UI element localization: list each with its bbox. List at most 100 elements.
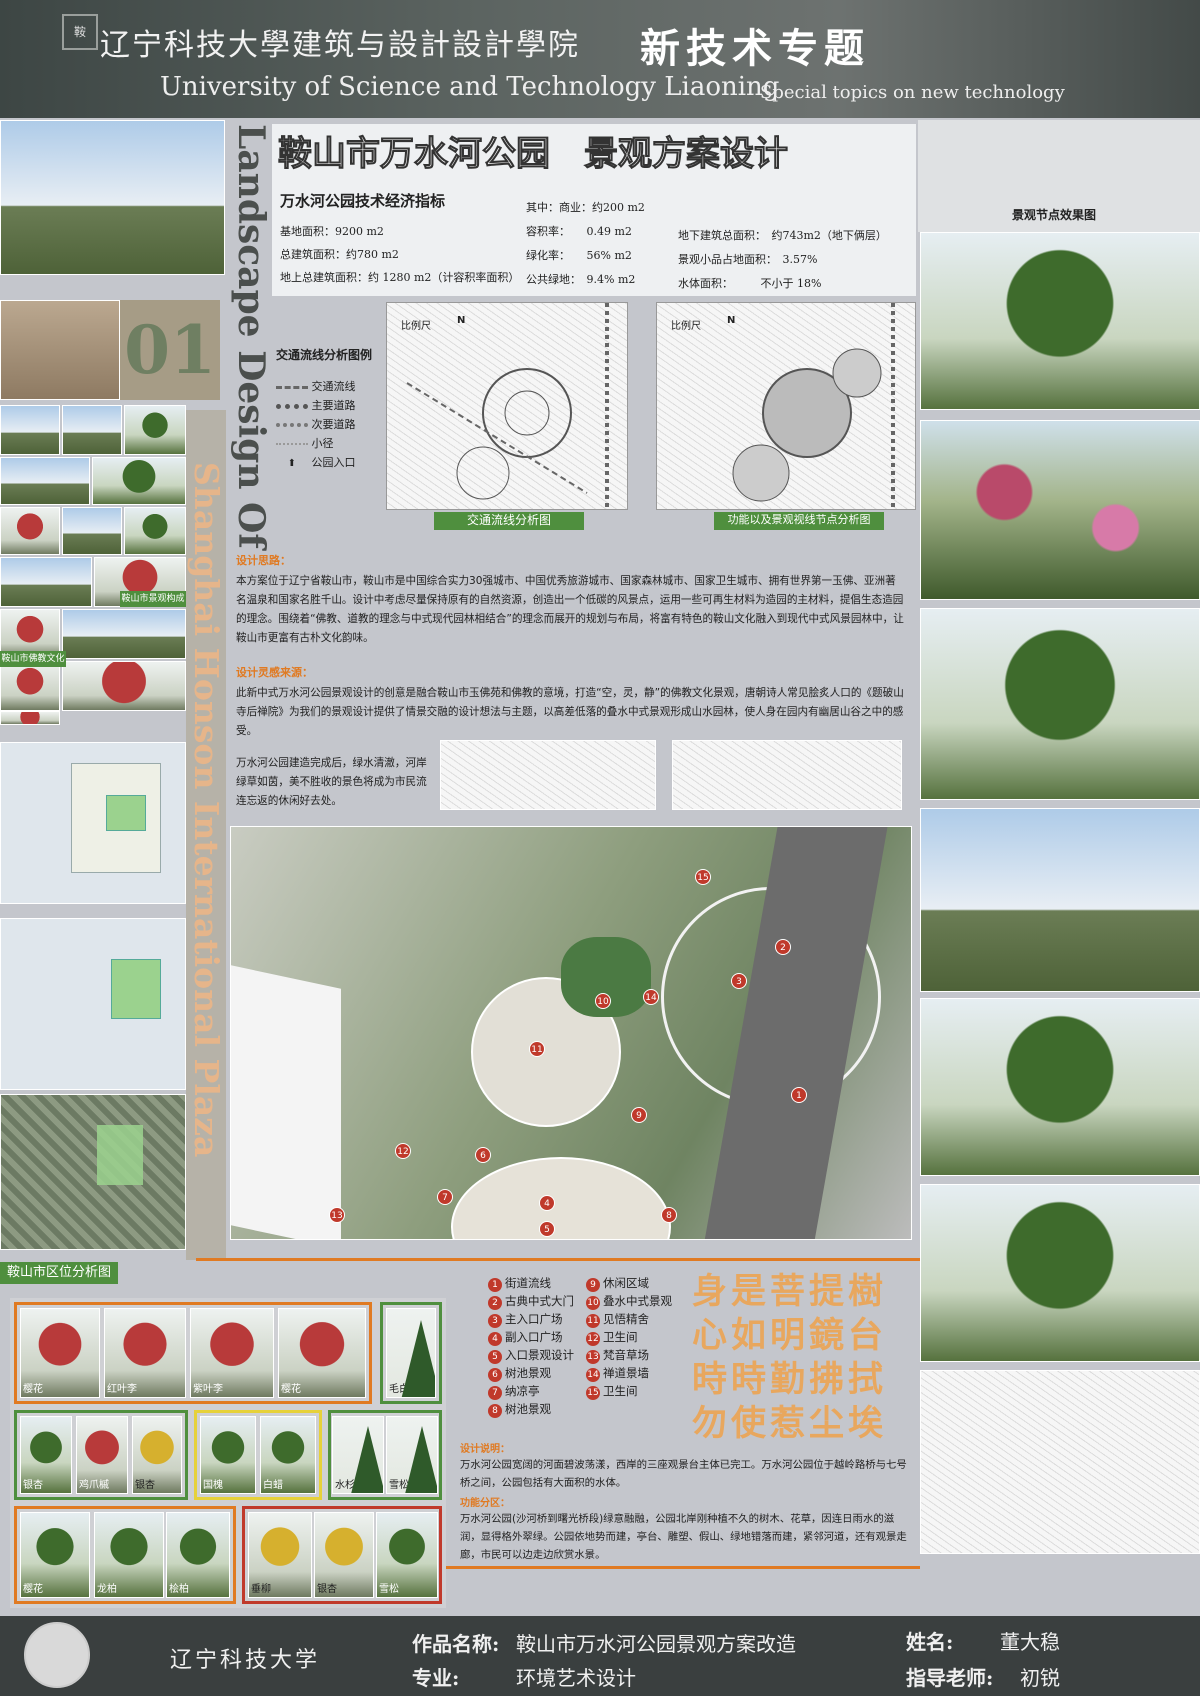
tree-label: 垂柳 (251, 1584, 271, 1595)
school-seal: 鞍 (62, 14, 98, 50)
traffic-plan: 比例尺 N (386, 302, 628, 510)
function-plan-caption: 功能以及景观视线节点分析图 (714, 512, 884, 530)
plan-pin-1: 1 (791, 1087, 807, 1103)
tree-label: 白蜡 (263, 1480, 283, 1491)
header-banner: 鞍 辽宁科技大學建筑与設計設計學院 新技术专题 University of Sc… (0, 0, 1200, 118)
node-legend-right: 9 休闲区域 10 叠水中式景观 11 见悟精舍 12 卫生间 13 梵音草场 14 禅道景… (586, 1274, 686, 1400)
indicator-heading: 万水河公园技术经济指标 (280, 192, 446, 210)
traffic-legend: 交通流线分析图例 交通流线 主要道路 次要道路 小径 ⬆ 公园入口 (276, 346, 386, 486)
legend-main-road: 主要道路 (311, 399, 356, 412)
legend-item: 12 卫生间 (586, 1330, 638, 1346)
tree-label: 鸡爪槭 (79, 1480, 109, 1491)
node-render-1 (920, 232, 1200, 410)
plan-pin-15: 15 (695, 869, 711, 885)
tree-label: 毛白杨 (389, 1384, 419, 1395)
legend-item: 11 见悟精舍 (586, 1312, 649, 1328)
legend-item: 10 叠水中式景观 (586, 1294, 672, 1310)
poem-line: 勿使惹尘埃 (692, 1403, 888, 1444)
tree-label: 樱花 (23, 1584, 43, 1595)
tree-label: 红叶李 (107, 1384, 137, 1395)
plan-pin-12: 12 (395, 1143, 411, 1159)
topic-english: Special topics on new technology (760, 82, 1065, 103)
culture-caption-1: 鞍山市景观构成 (120, 591, 186, 607)
elevation-sketch-1 (440, 740, 656, 810)
traffic-legend-title: 交通流线分析图例 (276, 348, 373, 362)
plan-pin-8: 8 (661, 1207, 677, 1223)
poem-line: 心如明鏡台 (692, 1315, 888, 1356)
topic-title: 新技术专题 (640, 25, 870, 72)
indicator-row: 总建筑面积：约780 m2 (280, 248, 399, 261)
node-render-2 (920, 420, 1200, 600)
tree-label: 龙柏 (97, 1584, 117, 1595)
name-label: 姓名: (906, 1630, 954, 1654)
indicator-row: 其中：商业：约200 m2 (526, 201, 645, 214)
plan-pin-2: 2 (775, 939, 791, 955)
poem-line: 身是菩提樹 (692, 1271, 888, 1312)
tree-species-grid: 樱花 红叶李 紫叶李 樱花 毛白杨 银杏 鸡爪槭 银杏 国槐 白蜡 水杉 雪松 … (10, 1298, 446, 1608)
legend-item: 5 入口景观设计 (488, 1346, 592, 1364)
source-text-2: 万水河公园建造完成后，绿水清澈，河岸绿草如茵，美不胜收的景色将成为市民流连忘返的… (236, 757, 427, 807)
work-label: 作品名称: (412, 1632, 500, 1656)
legend-item: 14 禅道景墙 (586, 1366, 649, 1382)
orange-divider (196, 1258, 920, 1261)
tree-label: 国槐 (203, 1480, 223, 1491)
indicator-panel: 鞍山市万水河公园 景观方案设计 万水河公园技术经济指标 基地面积：9200 m2… (272, 124, 916, 296)
plan-pin-14: 14 (643, 989, 659, 1005)
project-number: 01 (120, 300, 220, 400)
tree-label: 桧柏 (169, 1584, 189, 1595)
indicator-row: 容积率： 0.49 m2 (526, 225, 632, 238)
school-name: 辽宁科技大學建筑与設計設計學院 (100, 28, 580, 63)
node-render-7 (920, 1370, 1200, 1554)
indicator-row: 地下建筑总面积： 约743m2（地下俩层） (678, 229, 887, 242)
tree-label: 雪松 (379, 1584, 399, 1595)
function-plan: 比例尺 N (656, 302, 916, 510)
traffic-plan-caption: 交通流线分析图 (434, 512, 584, 530)
nodes-title: 景观节点效果图 (1012, 208, 1097, 222)
legend-item: 6 树池景观 (488, 1364, 592, 1382)
indicator-row: 公共绿地： 9.4% m2 (526, 273, 636, 286)
china-map (0, 742, 186, 904)
node-legend-left: 1 街道流线 2 古典中式大门 3 主入口广场 4 副入口广场 5 入口景观设计 6 树池景… (488, 1274, 592, 1418)
legend-item: 4 副入口广场 (488, 1328, 592, 1346)
elevation-sketch-2 (672, 740, 902, 810)
notes-heading-2: 功能分区： (460, 1498, 510, 1509)
tree-label: 樱花 (23, 1384, 43, 1395)
campus-photo (0, 120, 225, 275)
plan-pin-6: 6 (475, 1147, 491, 1163)
university-logo (24, 1622, 90, 1688)
legend-item: 3 主入口广场 (488, 1310, 592, 1328)
major-value: 环境艺术设计 (516, 1666, 636, 1690)
buddha-photo (0, 300, 120, 400)
footer-bar: 辽宁科技大学 作品名称: 鞍山市万水河公园景观方案改造 专业: 环境艺术设计 姓… (0, 1616, 1200, 1696)
teacher-label: 指导老师: (906, 1666, 994, 1690)
node-render-6 (920, 1184, 1200, 1362)
tree-label: 雪松 (389, 1480, 409, 1491)
major-label: 专业: (412, 1666, 460, 1690)
legend-item: 8 树池景观 (488, 1400, 592, 1418)
legend-item: 15 卫生间 (586, 1384, 638, 1400)
work-value: 鞍山市万水河公园景观方案改造 (516, 1632, 796, 1656)
culture-photo-grid: 鞍山市景观构成 鞍山市佛教文化 (0, 405, 186, 725)
function-plan-drawing (732, 303, 895, 509)
node-render-5 (920, 998, 1200, 1176)
plan-pin-5: 5 (539, 1221, 555, 1237)
university-english: University of Science and Technology Lia… (160, 72, 780, 102)
legend-item: 9 休闲区域 (586, 1274, 686, 1292)
legend-item: 7 纳凉亭 (488, 1382, 592, 1400)
notes-heading-1: 设计说明： (460, 1444, 510, 1455)
vertical-subtitle: Shanghai Honson International Plaza (187, 462, 226, 1158)
project-title: 鞍山市万水河公园 景观方案设计 (278, 134, 789, 175)
legend-item: 13 梵音草场 (586, 1348, 649, 1364)
traffic-plan-drawing (406, 303, 609, 509)
satellite-map (0, 1094, 186, 1250)
region-analysis-label: 鞍山市区位分析图 (0, 1262, 118, 1284)
indicator-row: 绿化率： 56% m2 (526, 249, 632, 262)
idea-heading: 设计思路： (236, 554, 291, 567)
tree-label: 紫叶李 (193, 1384, 223, 1395)
plan-pin-11: 11 (529, 1041, 545, 1057)
poem-line: 時時勤拂拭 (692, 1359, 888, 1400)
plan-pin-9: 9 (631, 1107, 647, 1123)
notes-text-2: 万水河公园(沙河桥到曙光桥段)绿意融融，公园北岸刚种植不久的树木、花草，因连日雨… (460, 1513, 907, 1561)
legend-item: 1 街道流线 (488, 1274, 592, 1292)
legend-entrance: 公园入口 (311, 456, 356, 469)
